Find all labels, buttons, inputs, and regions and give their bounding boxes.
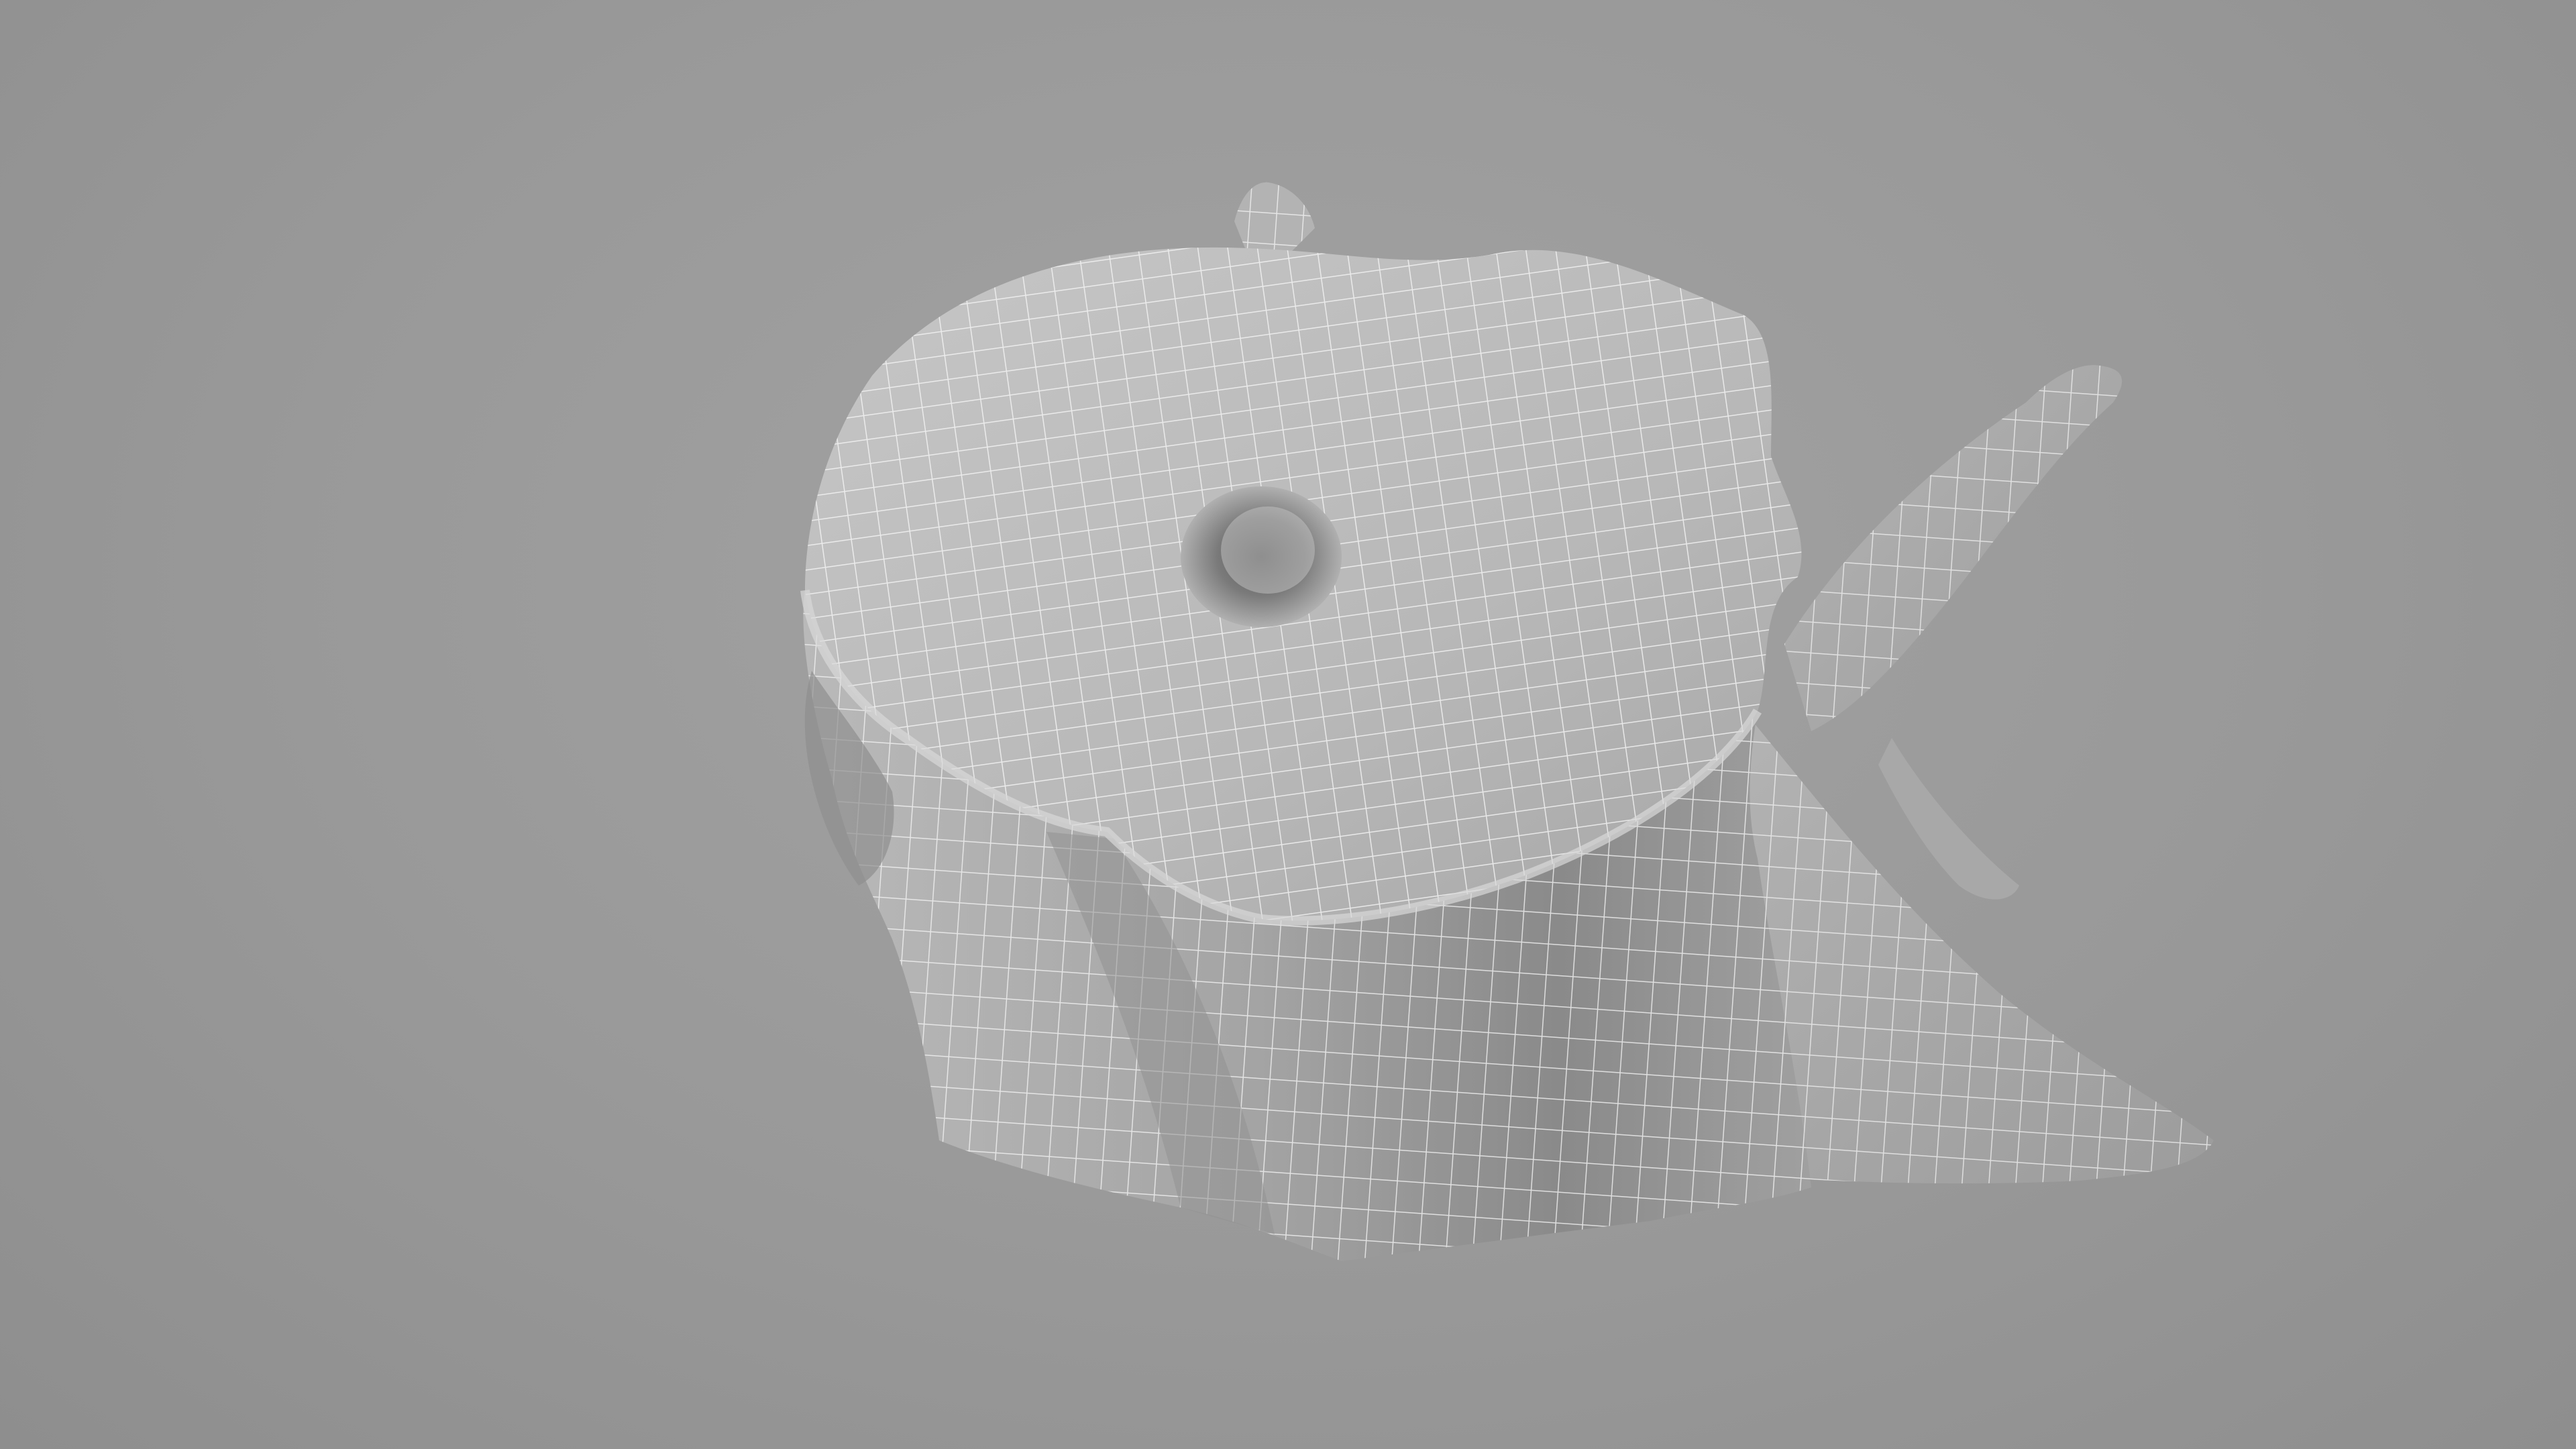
back-branch bbox=[1234, 182, 1315, 255]
stump-render bbox=[800, 182, 2214, 1261]
3d-viewport[interactable] bbox=[0, 0, 2576, 1449]
right-limb bbox=[1784, 365, 2123, 731]
